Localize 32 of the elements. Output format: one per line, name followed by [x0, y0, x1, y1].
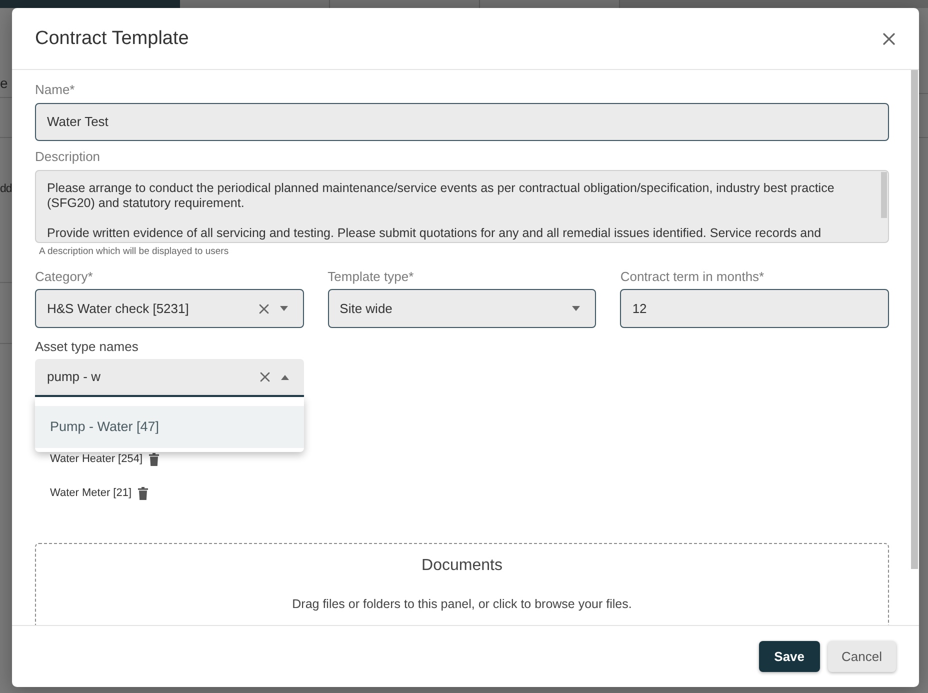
field-label: Asset type names [35, 339, 140, 355]
select-field[interactable]: Site wide [328, 289, 596, 328]
scrollbar[interactable] [911, 70, 918, 569]
background-text: e [0, 75, 8, 91]
trash-icon[interactable] [138, 486, 148, 500]
caret-down-icon[interactable] [572, 306, 580, 311]
drop-zone-hint: Drag files or folders to this panel, or click to browse your files. [292, 596, 632, 612]
field-label: Contract term in months* [620, 269, 766, 285]
documents-title: Documents [422, 556, 502, 576]
name-field[interactable]: Water Test [35, 103, 889, 141]
field-label: Template type* [328, 269, 415, 285]
asset-type-item: Water Heater [254] [50, 452, 143, 466]
cancel-button[interactable]: Cancel [828, 641, 896, 672]
save-button[interactable]: Save [759, 641, 820, 672]
autocomplete-field[interactable]: pump - w [35, 359, 304, 397]
clear-icon[interactable] [260, 372, 270, 382]
scrollbar[interactable] [881, 172, 887, 218]
asset-type-item: Water Meter [21] [50, 486, 132, 500]
description-field[interactable]: Please arrange to conduct the periodical planned maintenance/service events as per contractual obligation/specification, industry best practice (SFG20) and statutory requirement. Provide written evidence of all servicing and testing. Please submit quotations for any and all remedial issues identified. Service records and [35, 170, 889, 243]
select-field[interactable]: H&S Water check [5231] [35, 289, 304, 328]
field-label: Name* [35, 82, 76, 98]
caret-up-icon[interactable] [281, 374, 289, 380]
field-label: Description [35, 149, 102, 165]
input-field[interactable]: 12 [620, 289, 889, 328]
background-text: dd [0, 182, 12, 197]
field-label: Category* [35, 269, 94, 285]
clear-icon[interactable] [258, 304, 269, 314]
trash-icon[interactable] [148, 452, 159, 466]
caret-down-icon[interactable] [280, 306, 288, 311]
dialog-title: Contract Template [35, 26, 189, 50]
helper-text: A description which will be displayed to users [38, 246, 230, 258]
dropdown-option[interactable]: Pump - Water [47] [35, 406, 304, 448]
